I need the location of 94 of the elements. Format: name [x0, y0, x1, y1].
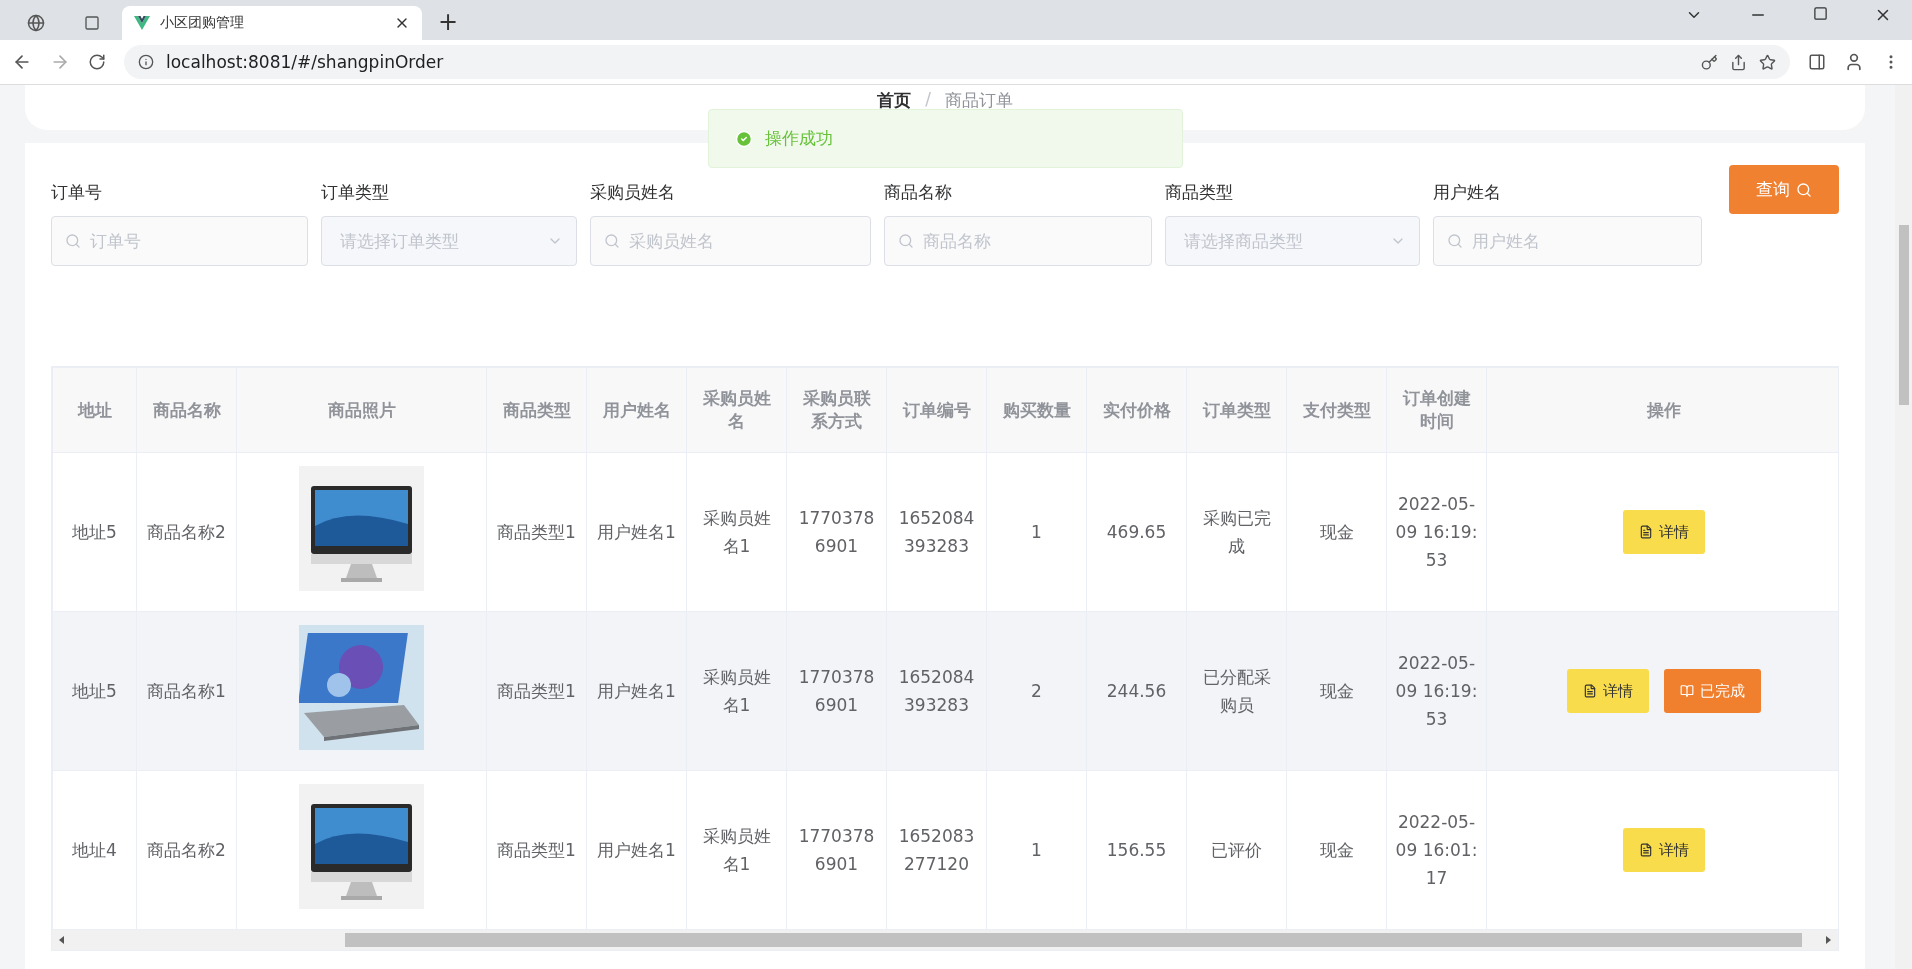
column-header: 采购员姓名 [686, 367, 787, 453]
table-cell: 地址5 [52, 611, 137, 771]
table-cell: 采购员姓名1 [686, 452, 787, 612]
table-cell: 244.56 [1086, 611, 1187, 771]
table-cell: 地址5 [52, 452, 137, 612]
table-cell: 17703786901 [786, 611, 887, 771]
search-icon [1796, 181, 1812, 198]
table-cell: 469.65 [1086, 452, 1187, 612]
table-cell: 用户姓名1 [586, 611, 687, 771]
horizontal-scrollbar[interactable] [52, 930, 1838, 950]
table-cell: 用户姓名1 [586, 770, 687, 930]
tab-icon[interactable] [84, 15, 100, 31]
star-icon[interactable] [1759, 53, 1776, 71]
logo-icon [134, 16, 150, 30]
table-cell: 地址4 [52, 770, 137, 930]
column-header: 采购员联系方式 [786, 367, 887, 453]
table-cell: 17703786901 [786, 452, 887, 612]
side-panel-icon[interactable] [1808, 53, 1826, 71]
table-cell: 采购已完成 [1186, 452, 1287, 612]
detail-button[interactable]: 详情 [1622, 828, 1705, 872]
column-header: 支付类型 [1286, 367, 1387, 453]
table-cell: 商品类型1 [486, 611, 587, 771]
input-field[interactable]: 订单号 [51, 216, 308, 266]
column-header: 购买数量 [986, 367, 1087, 453]
table-cell: 现金 [1286, 611, 1387, 771]
table-cell: 2022-05-09 16:01:17 [1386, 770, 1487, 930]
column-header: 实付价格 [1086, 367, 1187, 453]
column-header: 订单编号 [886, 367, 987, 453]
table-cell: 2 [986, 611, 1087, 771]
scroll-left-icon[interactable] [58, 936, 66, 944]
filter-label: 商品名称 [884, 181, 953, 204]
table-cell: 1652084393283 [886, 611, 987, 771]
document-icon [1638, 843, 1653, 857]
key-icon[interactable] [1701, 53, 1718, 71]
scroll-right-icon[interactable] [1824, 936, 1832, 944]
column-header: 商品名称 [136, 367, 237, 453]
info-icon [138, 54, 154, 70]
table-cell: 1652084393283 [886, 452, 987, 612]
table-cell: 2022-05-09 16:19:53 [1386, 452, 1487, 612]
filter-label: 采购员姓名 [590, 181, 676, 204]
table-cell: 已分配采购员 [1186, 611, 1287, 771]
new-tab-button[interactable]: + [426, 8, 471, 40]
table-cell: 现金 [1286, 452, 1387, 612]
table-cell: 1 [986, 770, 1087, 930]
toast-message: 操作成功 [765, 127, 833, 150]
filter-label: 用户姓名 [1433, 181, 1502, 204]
address-bar[interactable]: localhost:8081/#/shangpinOrder [124, 45, 1790, 79]
vertical-scrollbar[interactable] [1895, 85, 1912, 969]
search-icon [65, 233, 81, 249]
table-cell: 商品类型1 [486, 452, 587, 612]
table-cell: 现金 [1286, 770, 1387, 930]
table-cell: 商品名称1 [136, 611, 237, 771]
table-cell: 2022-05-09 16:19:53 [1386, 611, 1487, 771]
column-header: 操作 [1486, 367, 1838, 453]
maximize-icon[interactable] [1813, 6, 1828, 21]
check-icon [735, 129, 753, 148]
input-field[interactable]: 用户姓名 [1433, 216, 1702, 266]
table-cell: 商品名称2 [136, 770, 237, 930]
table-cell: 1 [986, 452, 1087, 612]
table-cell: 1652083277120 [886, 770, 987, 930]
profile-icon[interactable] [1844, 52, 1864, 72]
document-icon [1582, 684, 1597, 698]
globe-icon[interactable] [27, 14, 45, 32]
table-cell: 已评价 [1186, 770, 1287, 930]
table-cell: 用户姓名1 [586, 452, 687, 612]
book-icon [1679, 684, 1694, 698]
search-icon [898, 233, 914, 249]
filter-label: 订单类型 [321, 181, 390, 204]
reload-icon[interactable] [88, 53, 106, 71]
filter-label: 商品类型 [1165, 181, 1234, 204]
input-field[interactable]: 采购员姓名 [590, 216, 871, 266]
input-field[interactable]: 商品名称 [884, 216, 1152, 266]
table-cell: 采购员姓名1 [686, 770, 787, 930]
detail-button[interactable]: 详情 [1566, 669, 1649, 713]
breadcrumb-current: 商品订单 [944, 89, 1013, 112]
column-header: 商品类型 [486, 367, 587, 453]
table-cell: 17703786901 [786, 770, 887, 930]
column-header: 用户姓名 [586, 367, 687, 453]
filter-label: 订单号 [51, 181, 103, 204]
detail-button[interactable]: 详情 [1622, 510, 1705, 554]
browser-tab[interactable]: 小区团购管理 [122, 6, 422, 40]
column-header: 订单创建时间 [1386, 367, 1487, 453]
table-cell: 156.55 [1086, 770, 1187, 930]
column-header: 地址 [52, 367, 137, 453]
search-icon [604, 233, 620, 249]
column-header: 订单类型 [1186, 367, 1287, 453]
table-cell: 商品类型1 [486, 770, 587, 930]
document-icon [1638, 525, 1653, 539]
breadcrumb-separator: / [925, 89, 931, 111]
table-cell: 采购员姓名1 [686, 611, 787, 771]
share-icon[interactable] [1730, 53, 1747, 71]
search-icon [1447, 233, 1463, 249]
column-header: 商品照片 [236, 367, 487, 453]
table-cell: 商品名称2 [136, 452, 237, 612]
